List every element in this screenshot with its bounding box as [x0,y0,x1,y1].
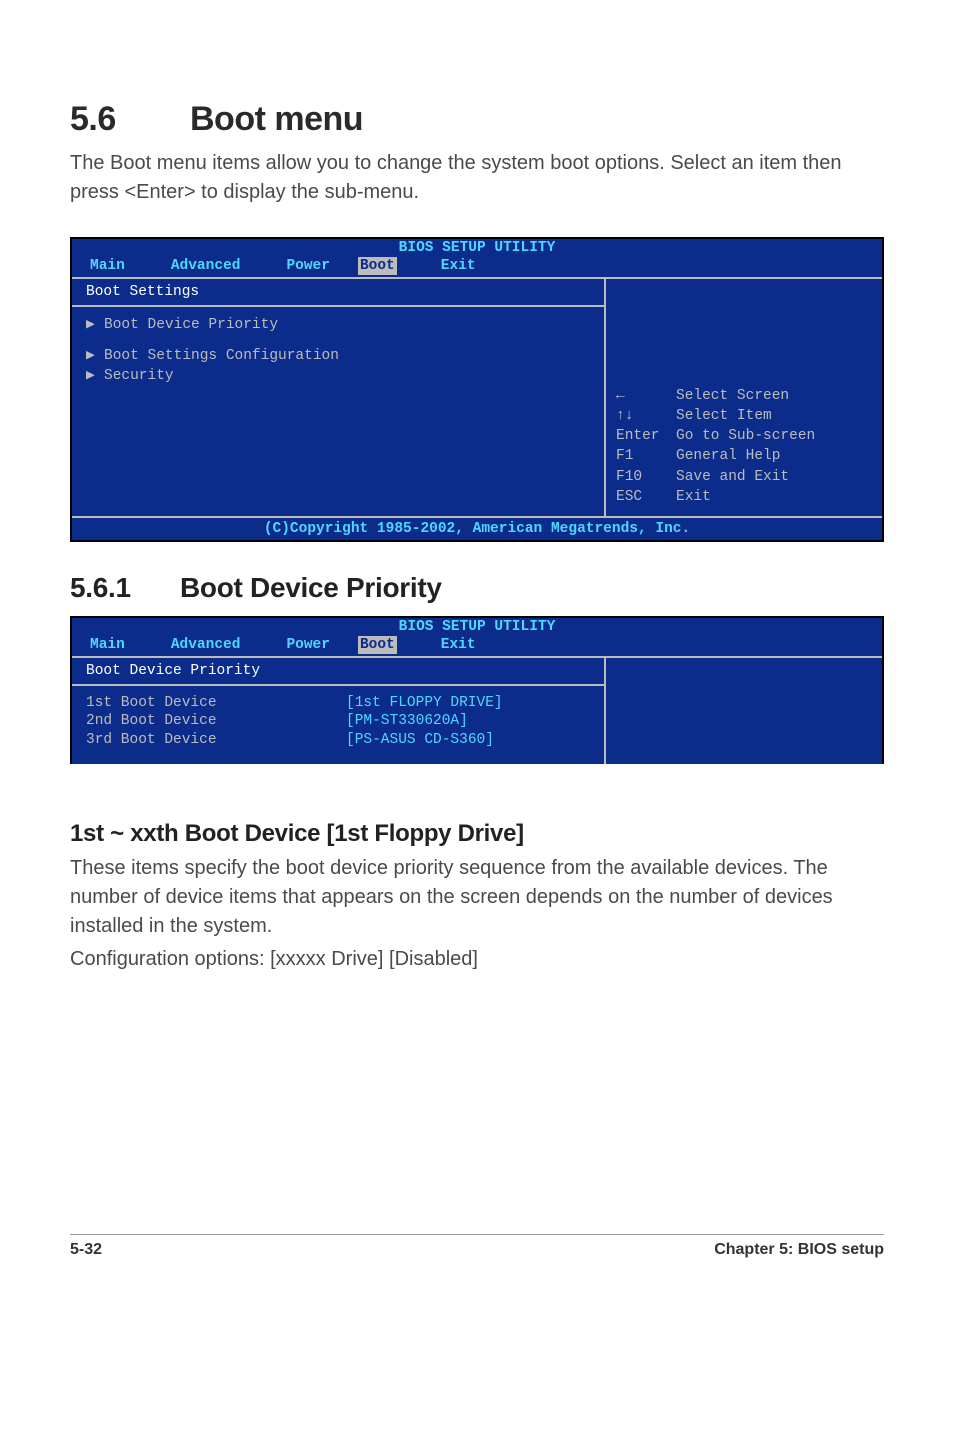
bios-screenshot-boot-settings: BIOS SETUP UTILITY Main Advanced Power B… [70,237,884,542]
clipped-fade [70,764,884,790]
option-config-options: Configuration options: [xxxxx Drive] [Di… [70,945,884,974]
help-label: Select Item [676,407,821,425]
boot-device-row[interactable]: 2nd Boot Device [PM-ST330620A] [86,712,594,730]
subsection-title: Boot Device Priority [180,572,442,603]
bios-help-pane: ←Select Screen ↑↓Select Item EnterGo to … [606,279,882,516]
help-key: Enter [616,427,674,445]
bios-left-pane: Boot Settings ▶Boot Device Priority ▶Boo… [72,279,606,516]
bios-copyright: (C)Copyright 1985-2002, American Megatre… [72,518,882,540]
help-key: ← [616,387,674,405]
boot-device-value: [PM-ST330620A] [346,712,468,730]
bios-left-pane: Boot Device Priority 1st Boot Device [1s… [72,658,606,764]
tab-exit[interactable]: Exit [441,257,476,275]
tab-main[interactable]: Main [90,636,125,654]
menu-item-boot-device-priority[interactable]: ▶Boot Device Priority [86,315,594,335]
page-number: 5-32 [70,1241,102,1259]
tab-exit[interactable]: Exit [441,636,476,654]
section-heading: 5.6Boot menu [70,100,884,139]
boot-device-row[interactable]: 1st Boot Device [1st FLOPPY DRIVE] [86,694,594,712]
bios-pane-heading: Boot Device Priority [72,658,604,686]
tab-boot[interactable]: Boot [358,257,397,275]
help-label: Select Screen [676,387,821,405]
menu-item-security[interactable]: ▶Security [86,366,594,386]
help-label: General Help [676,447,821,465]
help-key: F10 [616,468,674,486]
option-heading: 1st ~ xxth Boot Device [1st Floppy Drive… [70,820,884,848]
bios-tab-bar: Main Advanced Power Boot Exit [72,636,882,656]
subsection-number: 5.6.1 [70,572,180,604]
bios-tab-bar: Main Advanced Power Boot Exit [72,257,882,277]
tab-boot[interactable]: Boot [358,636,397,654]
option-description: These items specify the boot device prio… [70,854,884,941]
section-number: 5.6 [70,100,190,139]
subsection-heading: 5.6.1Boot Device Priority [70,572,884,604]
boot-device-value: [PS-ASUS CD-S360] [346,731,494,749]
bios-title: BIOS SETUP UTILITY [399,240,556,256]
menu-item-boot-settings-configuration[interactable]: ▶Boot Settings Configuration [86,346,594,366]
help-label: Go to Sub-screen [676,427,821,445]
help-key: ESC [616,488,674,506]
tab-main[interactable]: Main [90,257,125,275]
boot-device-label: 1st Boot Device [86,694,346,712]
triangle-icon: ▶ [86,367,104,385]
help-key: ↑↓ [616,407,674,425]
bios-title: BIOS SETUP UTILITY [399,619,556,635]
page-footer: 5-32 Chapter 5: BIOS setup [70,1234,884,1259]
boot-device-value: [1st FLOPPY DRIVE] [346,694,503,712]
tab-power[interactable]: Power [286,257,330,275]
chapter-label: Chapter 5: BIOS setup [714,1241,884,1259]
bios-pane-heading: Boot Settings [72,279,604,307]
help-label: Save and Exit [676,468,821,486]
help-label: Exit [676,488,821,506]
help-key: F1 [616,447,674,465]
tab-power[interactable]: Power [286,636,330,654]
section-intro: The Boot menu items allow you to change … [70,149,884,207]
tab-advanced[interactable]: Advanced [171,257,241,275]
triangle-icon: ▶ [86,316,104,334]
boot-device-label: 3rd Boot Device [86,731,346,749]
triangle-icon: ▶ [86,347,104,365]
boot-device-row[interactable]: 3rd Boot Device [PS-ASUS CD-S360] [86,731,594,749]
boot-device-label: 2nd Boot Device [86,712,346,730]
bios-screenshot-boot-device-priority: BIOS SETUP UTILITY Main Advanced Power B… [70,616,884,764]
bios-help-pane [606,658,882,764]
section-title-text: Boot menu [190,100,363,138]
tab-advanced[interactable]: Advanced [171,636,241,654]
